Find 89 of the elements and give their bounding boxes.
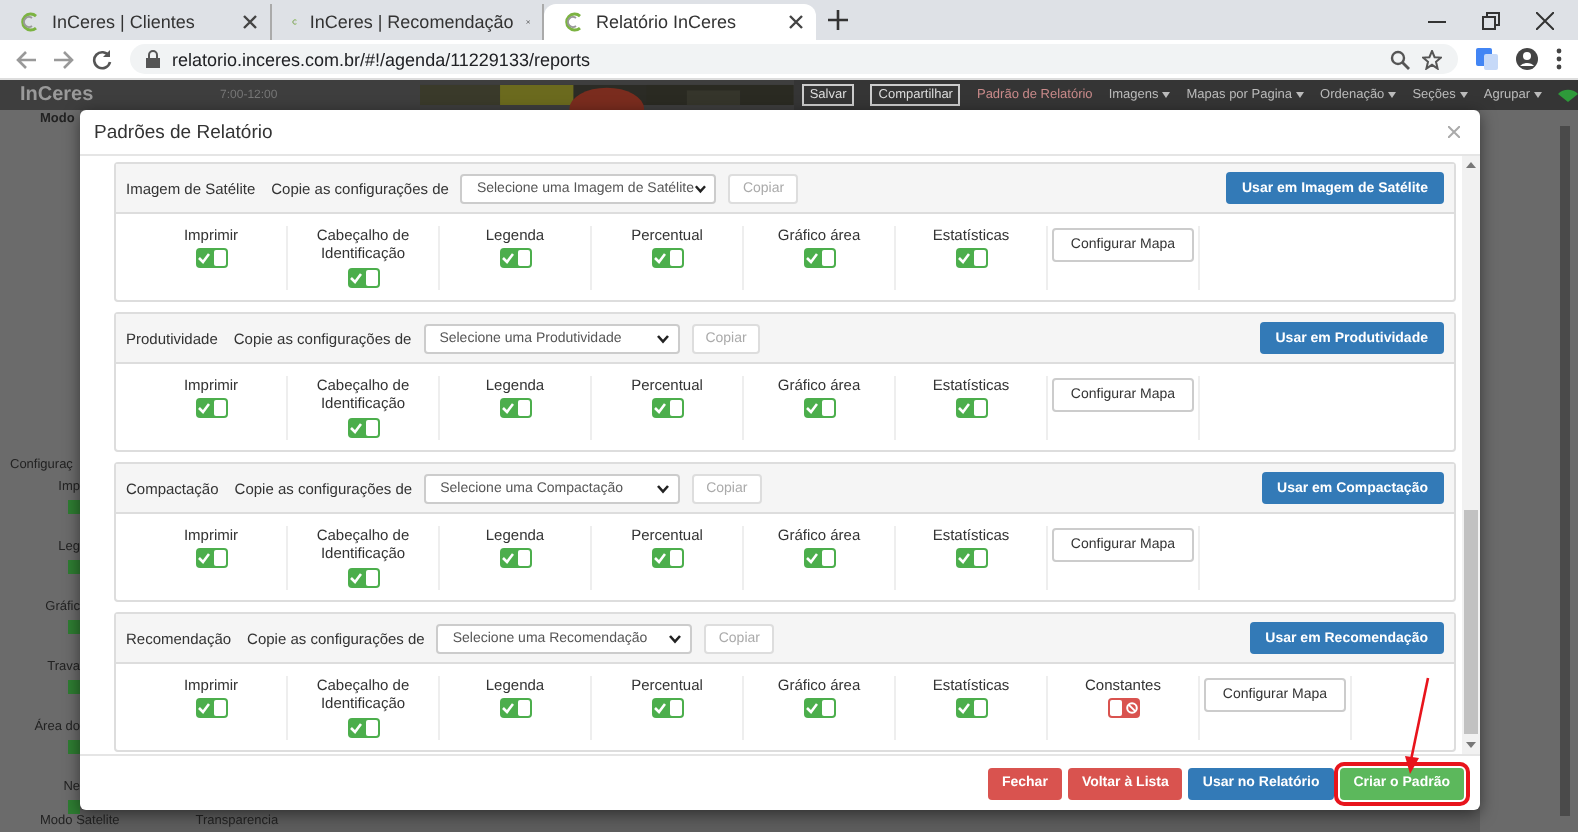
forward-icon[interactable] (54, 49, 74, 69)
close-icon[interactable] (242, 14, 258, 30)
toggle-switch[interactable] (803, 248, 835, 269)
dialog-title: Padrões de Relatório (94, 121, 273, 143)
check-icon (349, 721, 361, 734)
check-icon (957, 402, 969, 415)
checkbox[interactable] (68, 560, 80, 574)
toggle-switch[interactable] (955, 548, 987, 569)
toggle-switch[interactable] (195, 248, 227, 269)
check-icon (805, 702, 817, 715)
plus-icon[interactable] (828, 10, 848, 30)
toggle-switch[interactable] (955, 248, 987, 269)
caret-icon (1388, 92, 1397, 98)
menu-icon[interactable] (1556, 48, 1562, 70)
check-icon (653, 402, 665, 415)
check-icon (349, 421, 361, 434)
toggle-switch[interactable] (955, 398, 987, 419)
logo-icon (564, 12, 584, 32)
check-icon (805, 552, 817, 565)
caret-icon (1534, 92, 1542, 98)
toggle-switch[interactable] (499, 398, 531, 419)
toggle-switch[interactable] (803, 398, 835, 419)
chevron-down-icon (668, 633, 683, 643)
check-icon (501, 702, 513, 715)
toggle-switch[interactable] (195, 698, 227, 719)
checkbox[interactable] (68, 740, 80, 754)
check-icon (957, 702, 969, 715)
browser-tab[interactable]: Relatório InCeres (544, 4, 816, 40)
toggle-switch[interactable] (195, 398, 227, 419)
caret-icon (1459, 92, 1468, 98)
checkbox[interactable] (68, 620, 80, 634)
checkbox[interactable] (68, 500, 80, 514)
arrow-icon (1404, 676, 1432, 776)
checkbox[interactable] (68, 800, 80, 814)
restore-icon[interactable] (1482, 11, 1500, 29)
toggle-switch[interactable] (803, 698, 835, 719)
caret-icon (1162, 92, 1171, 98)
check-icon (653, 702, 665, 715)
app-logo: InCeres (18, 84, 96, 106)
toggle-switch[interactable] (651, 698, 683, 719)
toggle-switch[interactable] (195, 548, 227, 569)
toggle-switch[interactable] (347, 417, 379, 438)
chevron-down-icon (655, 333, 670, 343)
profile-icon[interactable] (1516, 48, 1538, 70)
check-icon (349, 271, 361, 284)
scroll-up-icon[interactable] (1466, 162, 1476, 168)
toggle-switch[interactable] (499, 248, 531, 269)
toggle-switch[interactable] (347, 267, 379, 288)
toggle-switch[interactable] (651, 548, 683, 569)
close-icon[interactable] (1536, 11, 1554, 29)
chevron-down-icon (656, 483, 671, 493)
toggle-switch[interactable] (347, 717, 379, 738)
toggle-switch[interactable] (499, 698, 531, 719)
check-icon (197, 252, 209, 265)
scrollbar-thumb[interactable] (1464, 510, 1478, 734)
caret-icon (1296, 92, 1305, 98)
reload-icon[interactable] (92, 49, 112, 69)
toggle-switch[interactable] (651, 398, 683, 419)
back-icon[interactable] (16, 49, 36, 69)
zoom-icon[interactable] (1390, 49, 1410, 69)
logo-icon (20, 12, 40, 32)
check-icon (653, 252, 665, 265)
check-icon (501, 402, 513, 415)
scroll-down-icon[interactable] (1466, 742, 1476, 748)
toggle-switch[interactable] (1107, 698, 1139, 719)
close-icon[interactable] (788, 14, 804, 30)
toggle-switch[interactable] (955, 698, 987, 719)
toggle-switch[interactable] (803, 548, 835, 569)
toggle-switch[interactable] (499, 548, 531, 569)
lock-icon (146, 50, 160, 68)
check-icon (957, 252, 969, 265)
check-icon (957, 552, 969, 565)
check-icon (653, 552, 665, 565)
check-icon (805, 252, 817, 265)
wifi-icon (1558, 88, 1578, 102)
check-icon (501, 252, 513, 265)
check-icon (805, 402, 817, 415)
address-bar[interactable]: relatorio.inceres.com.br/#!/agenda/11229133/reports (130, 44, 1458, 74)
check-icon (501, 552, 513, 565)
toggle-switch[interactable] (347, 567, 379, 588)
check-icon (349, 571, 361, 584)
star-icon[interactable] (1422, 49, 1442, 69)
chevron-down-icon (694, 183, 707, 193)
check-icon (197, 552, 209, 565)
toggle-switch[interactable] (651, 248, 683, 269)
check-icon (197, 702, 209, 715)
check-icon (197, 402, 209, 415)
blocked-icon (1125, 702, 1137, 715)
checkbox[interactable] (68, 680, 80, 694)
